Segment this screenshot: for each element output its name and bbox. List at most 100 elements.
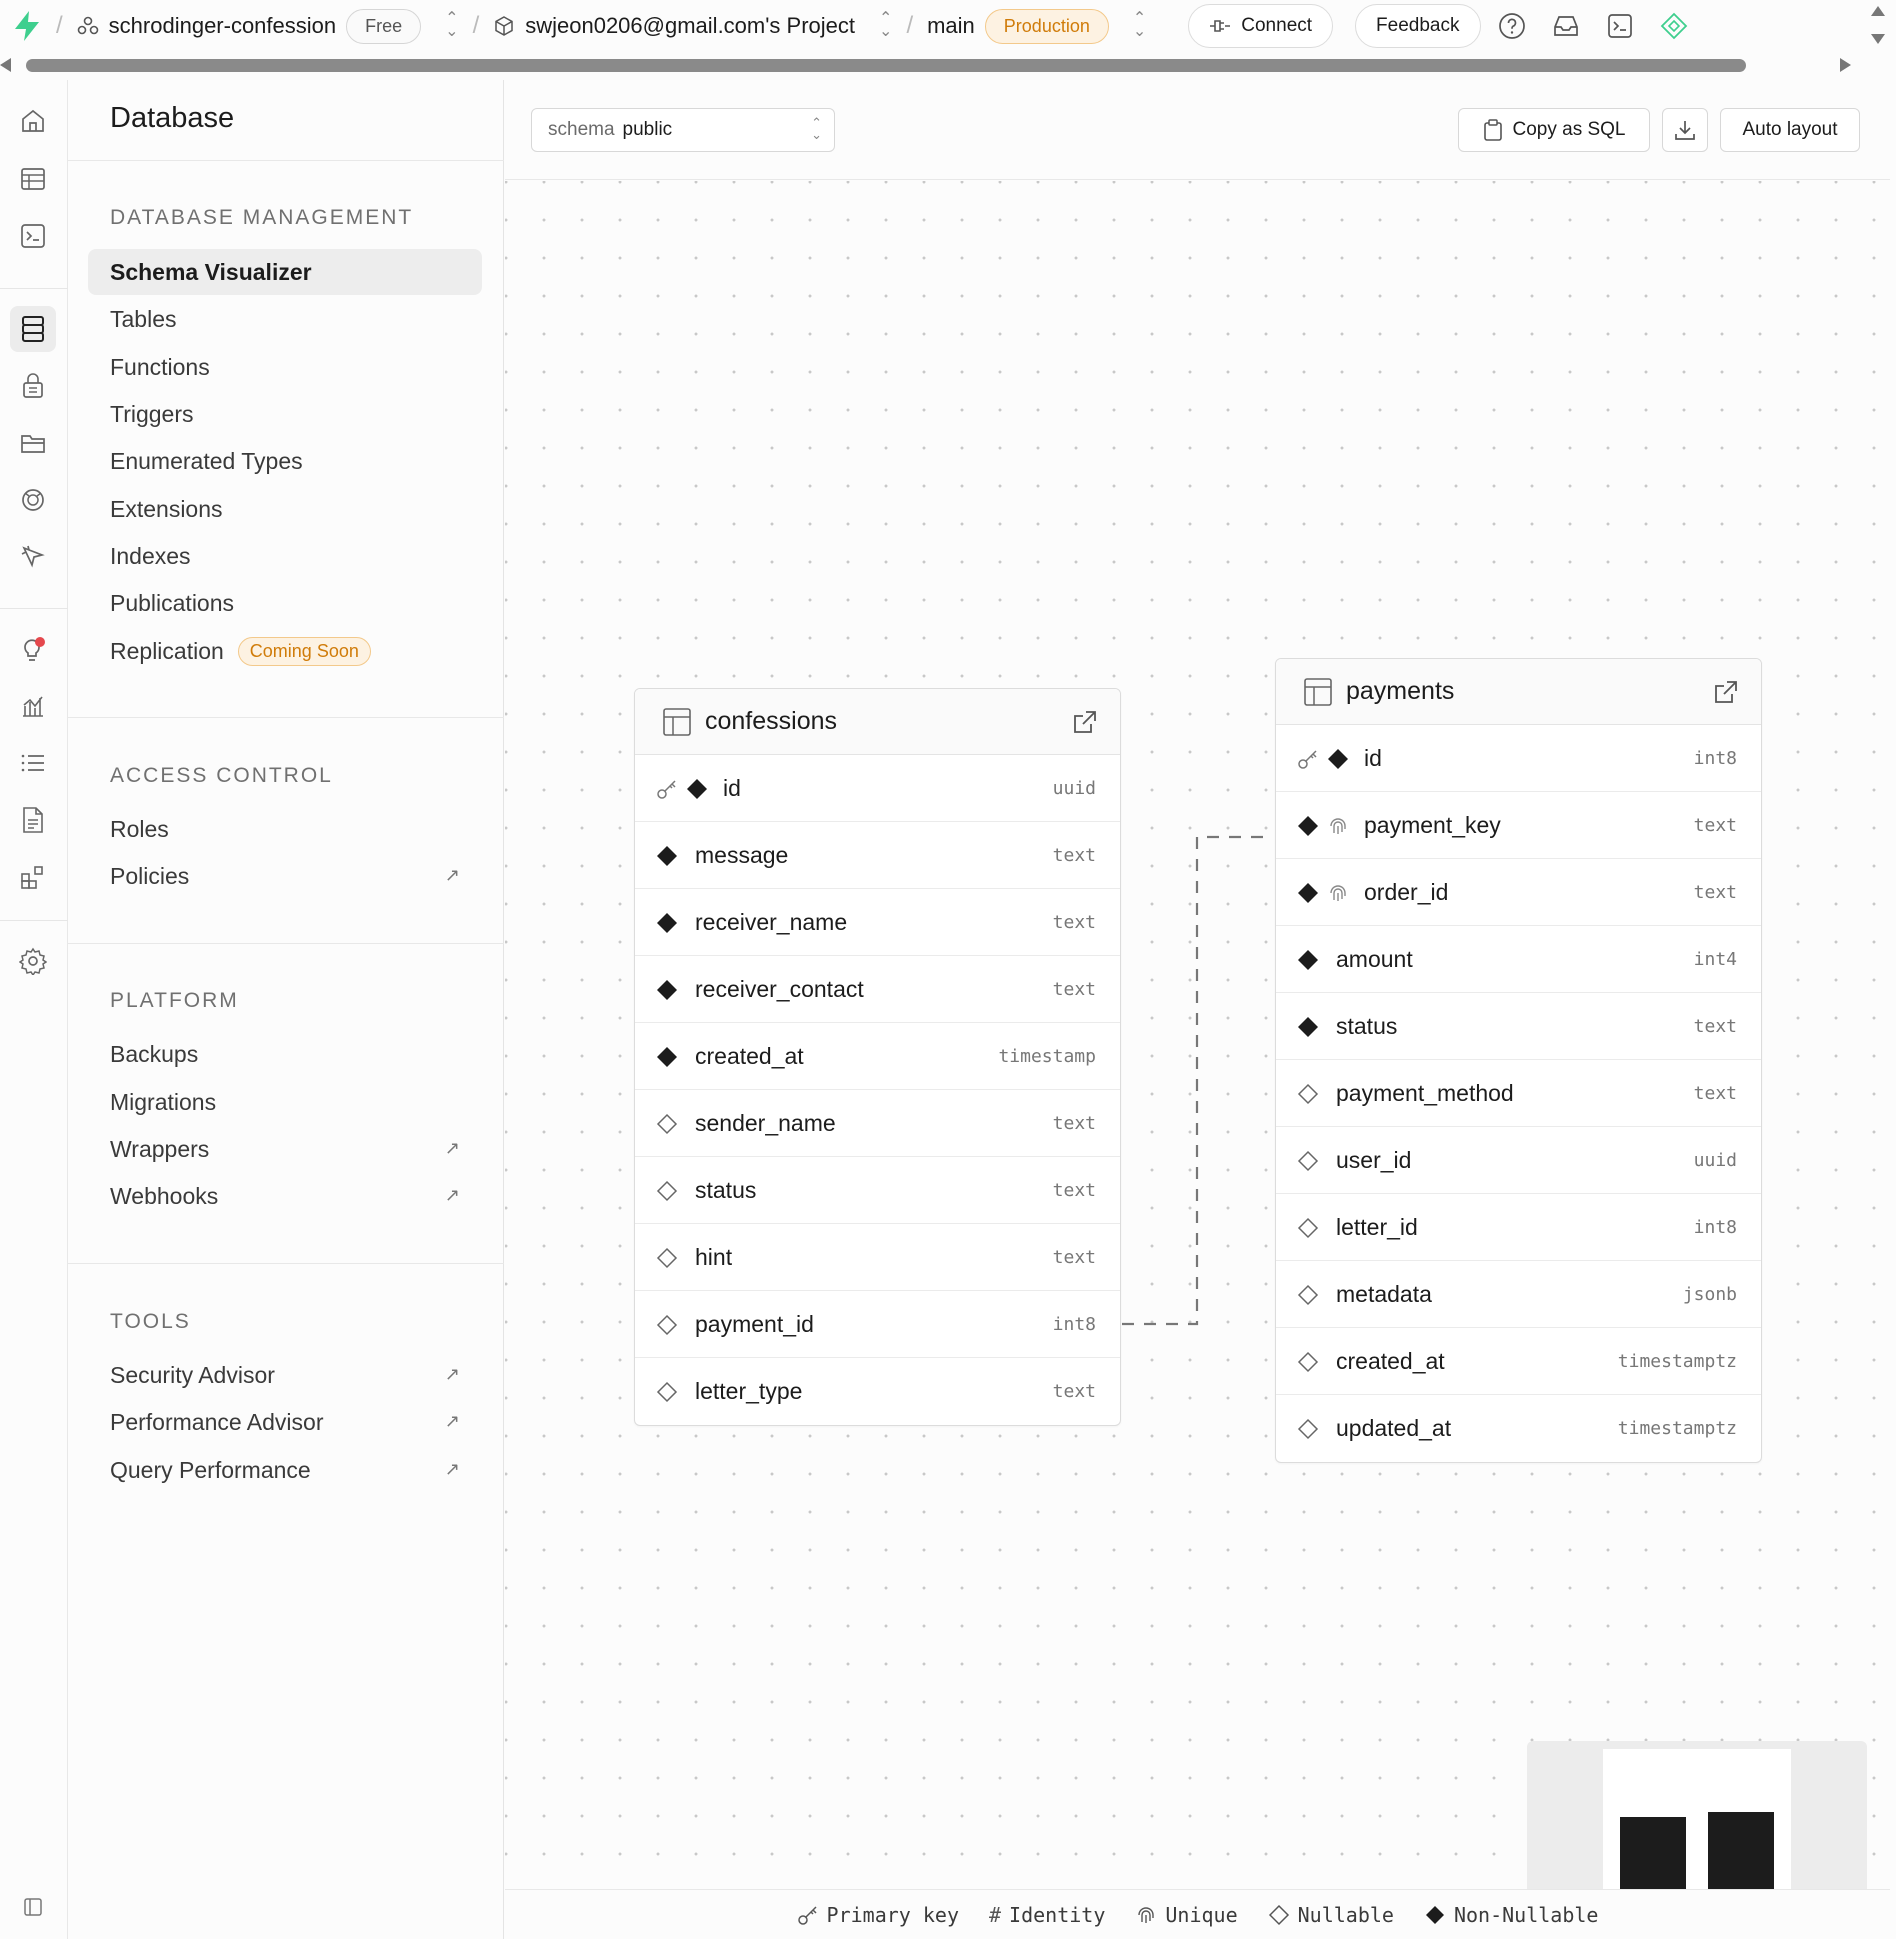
help-icon[interactable] [1497,11,1527,41]
scroll-up-arrow[interactable] [1871,6,1885,16]
database-icon[interactable] [10,306,56,352]
open-table-icon[interactable] [1072,709,1098,740]
non-nullable-diamond-icon [1296,881,1320,910]
table-editor-icon[interactable] [10,156,56,202]
copy-as-sql-button[interactable]: Copy as SQL [1458,108,1650,152]
schema-select[interactable]: schema public ⌃ ⌄ [531,108,835,152]
sidebar-item-label: Wrappers [110,1135,210,1162]
inbox-icon[interactable] [1551,11,1581,41]
sidebar-divider [68,160,504,161]
column-row-letter-id[interactable]: letter_id int8 [1276,1194,1761,1261]
sql-editor-icon[interactable] [10,213,56,259]
advisors-lightbulb-icon[interactable] [10,626,56,672]
sidebar-item-schema-visualizer[interactable]: Schema Visualizer [88,249,482,295]
column-row-created-at[interactable]: created_at timestamptz [1276,1328,1761,1395]
clipboard-icon [1483,119,1502,141]
column-row-amount[interactable]: amount int4 [1276,926,1761,993]
org-switcher-icon[interactable]: ⌃ ⌄ [445,11,458,40]
sidebar-item-functions[interactable]: Functions [88,344,482,390]
connect-button[interactable]: Connect [1188,4,1334,48]
collapse-sidebar-icon[interactable] [10,1884,56,1930]
sidebar-item-query-performance[interactable]: Query Performance ↗ [88,1447,482,1493]
column-type: text [1052,1112,1096,1134]
column-row-metadata[interactable]: metadata jsonb [1276,1261,1761,1328]
scroll-down-arrow[interactable] [1871,34,1885,44]
horizontal-scrollbar[interactable] [0,56,1880,76]
column-row-status[interactable]: status text [1276,993,1761,1060]
sidebar-item-label: Webhooks [110,1182,219,1209]
column-row-hint[interactable]: hint text [635,1224,1120,1291]
project-switcher-icon[interactable]: ⌃ ⌄ [879,11,892,40]
sidebar-item-backups[interactable]: Backups [88,1031,482,1077]
branch-breadcrumb[interactable]: main Production ⌃ ⌄ [927,8,1146,44]
column-row-message[interactable]: message text [635,822,1120,889]
column-row-receiver-contact[interactable]: receiver_contact text [635,956,1120,1023]
sidebar-item-policies[interactable]: Policies ↗ [88,853,482,899]
schema-canvas[interactable]: confessions id uuid message text receiver_na… [505,181,1890,1939]
table-header: confessions [635,689,1120,755]
schema-visualizer-main: schema public ⌃ ⌄ Copy as SQL Auto layout… [505,80,1890,1939]
scroll-right-arrow[interactable] [1840,58,1851,72]
reports-chart-icon[interactable] [10,683,56,729]
feedback-button[interactable]: Feedback [1355,4,1481,48]
scroll-left-arrow[interactable] [0,58,11,72]
realtime-cursor-icon[interactable] [10,534,56,580]
settings-gear-icon[interactable] [10,938,56,984]
scrollbar-thumb[interactable] [26,59,1746,72]
sidebar-item-tables[interactable]: Tables [88,296,482,342]
sidebar-item-performance-advisor[interactable]: Performance Advisor ↗ [88,1399,482,1445]
logs-list-icon[interactable] [10,740,56,786]
column-row-created-at[interactable]: created_at timestamp [635,1023,1120,1090]
auto-layout-button[interactable]: Auto layout [1720,108,1860,152]
table-card-payments[interactable]: payments id int8 payment_key text order_id te… [1275,658,1762,1463]
integrations-icon[interactable] [10,854,56,900]
sidebar-item-roles[interactable]: Roles [88,806,482,852]
supabase-logo-icon[interactable] [12,10,42,42]
column-row-user-id[interactable]: user_id uuid [1276,1127,1761,1194]
column-row-payment-method[interactable]: payment_method text [1276,1060,1761,1127]
home-icon[interactable] [10,98,56,144]
sidebar-item-label: Performance Advisor [110,1408,324,1435]
sidebar-item-replication[interactable]: Replication Coming Soon [88,628,482,674]
column-row-id[interactable]: id int8 [1276,725,1761,792]
connect-label: Connect [1241,15,1313,36]
column-row-status[interactable]: status text [635,1157,1120,1224]
sidebar-item-wrappers[interactable]: Wrappers ↗ [88,1126,482,1172]
legend-label: Nullable [1297,1902,1394,1927]
column-row-sender-name[interactable]: sender_name text [635,1090,1120,1157]
section-title-database-management: DATABASE MANAGEMENT [110,206,414,229]
sidebar-item-publications[interactable]: Publications [88,580,482,626]
branch-switcher-icon[interactable]: ⌃ ⌄ [1133,11,1146,40]
api-docs-icon[interactable] [10,797,56,843]
column-type: text [1052,1381,1096,1402]
plan-badge: Free [346,8,422,44]
column-row-receiver-name[interactable]: receiver_name text [635,889,1120,956]
storage-icon[interactable] [10,420,56,466]
column-row-updated-at[interactable]: updated_at timestamptz [1276,1395,1761,1462]
column-row-payment-key[interactable]: payment_key text [1276,792,1761,859]
table-card-confessions[interactable]: confessions id uuid message text receiver_na… [634,688,1121,1426]
sidebar-item-webhooks[interactable]: Webhooks ↗ [88,1173,482,1219]
download-button[interactable] [1662,108,1708,152]
sidebar-item-migrations[interactable]: Migrations [88,1079,482,1125]
open-table-icon[interactable] [1713,679,1739,710]
sidebar-item-security-advisor[interactable]: Security Advisor ↗ [88,1352,482,1398]
sidebar-item-indexes[interactable]: Indexes [88,533,482,579]
sidebar-item-enumerated-types[interactable]: Enumerated Types [88,438,482,484]
edge-functions-icon[interactable] [10,477,56,523]
column-name: payment_method [1336,1079,1514,1106]
project-breadcrumb[interactable]: swjeon0206@gmail.com's Project ⌃ ⌄ [493,11,892,40]
unique-fingerprint-icon [1326,814,1350,843]
sidebar-item-triggers[interactable]: Triggers [88,391,482,437]
filled-diamond-icon [1425,1905,1444,1924]
sidebar-item-label: Roles [110,815,169,842]
org-breadcrumb[interactable]: schrodinger-confession Free ⌃ ⌄ [77,8,459,44]
column-row-id[interactable]: id uuid [635,755,1120,822]
column-row-order-id[interactable]: order_id text [1276,859,1761,926]
column-row-letter-type[interactable]: letter_type text [635,1358,1120,1425]
terminal-icon[interactable] [1605,11,1635,41]
sidebar-item-extensions[interactable]: Extensions [88,486,482,532]
assistant-icon[interactable] [1659,11,1689,41]
auth-lock-icon[interactable] [10,363,56,409]
column-row-payment-id[interactable]: payment_id int8 [635,1291,1120,1358]
